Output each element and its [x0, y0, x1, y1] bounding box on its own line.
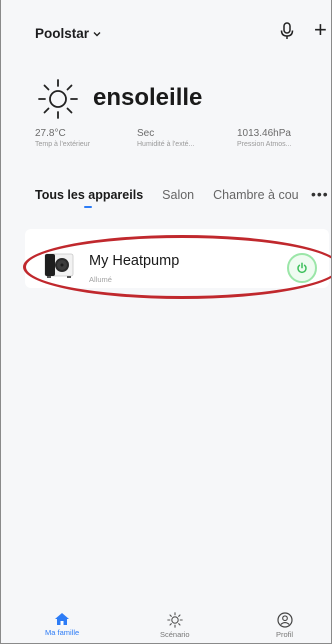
- add-device-icon[interactable]: +: [314, 19, 327, 41]
- nav-profile[interactable]: Profil: [276, 612, 293, 639]
- device-status: Allumé: [89, 275, 112, 284]
- more-tabs-icon[interactable]: •••: [311, 186, 329, 202]
- stat-value: 27.8°C: [35, 128, 66, 139]
- stat-value: Sec: [137, 128, 155, 139]
- power-icon: [297, 262, 307, 274]
- tab-salon[interactable]: Salon: [162, 188, 194, 202]
- stat-label: Humidité à l'exté...: [137, 141, 195, 148]
- power-button[interactable]: [287, 253, 317, 283]
- stat-label: Pression Atmos...: [237, 141, 292, 148]
- stat-label: Temp à l'extérieur: [35, 141, 91, 148]
- tab-chambre[interactable]: Chambre à cou: [213, 188, 298, 202]
- home-selector[interactable]: Poolstar: [35, 26, 101, 41]
- app-screen: Poolstar + ensoleille 27.8°C Temp à l'ex…: [0, 0, 332, 644]
- home-icon: [55, 613, 70, 625]
- heatpump-device-image: [44, 253, 74, 278]
- nav-my-family[interactable]: Ma famille: [45, 612, 79, 637]
- atmospheric-pressure: 1013.46hPa Pression Atmos...: [237, 128, 291, 148]
- outdoor-humidity: Sec Humidité à l'exté...: [137, 128, 194, 148]
- sun-weather-icon: [38, 79, 78, 119]
- microphone-icon[interactable]: [279, 22, 295, 40]
- sun-icon: [167, 612, 183, 628]
- nav-scenario[interactable]: Scénario: [160, 612, 190, 639]
- outdoor-temperature: 27.8°C Temp à l'extérieur: [35, 128, 90, 148]
- chevron-down-icon: [93, 31, 101, 36]
- stat-value: 1013.46hPa: [237, 128, 291, 139]
- weather-condition: ensoleille: [93, 84, 203, 111]
- device-name: My Heatpump: [89, 253, 180, 269]
- active-tab-indicator: [84, 206, 92, 208]
- tab-all-devices[interactable]: Tous les appareils: [35, 188, 143, 202]
- home-name: Poolstar: [35, 26, 90, 41]
- nav-label: Scénario: [160, 630, 190, 639]
- room-tabs: Tous les appareils Salon Chambre à cou: [35, 188, 318, 202]
- nav-label: Ma famille: [45, 628, 80, 637]
- nav-label: Profil: [276, 630, 294, 639]
- profile-icon: [276, 612, 293, 628]
